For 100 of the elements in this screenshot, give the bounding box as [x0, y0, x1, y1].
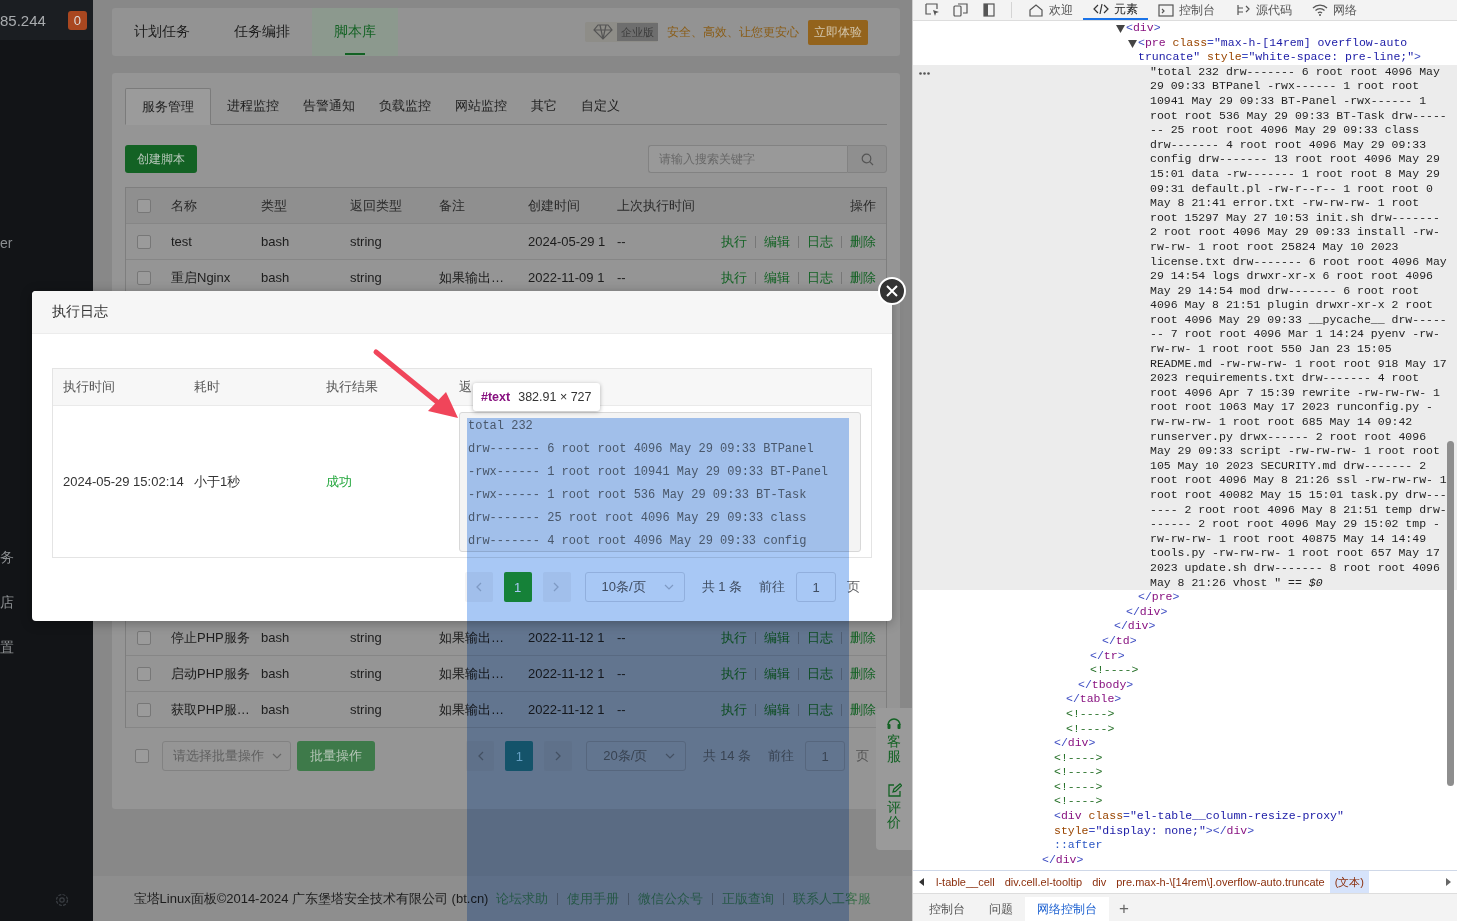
checkbox[interactable] — [134, 749, 149, 763]
devtools-tab[interactable]: 元素 — [1083, 0, 1148, 20]
note-cell-text: 如果输出… — [438, 628, 505, 647]
name-cell-text: test — [170, 234, 193, 249]
sidebar-item[interactable]: 务 — [0, 547, 14, 567]
dom-node-line: </pre> — [1138, 590, 1181, 605]
result-cell-text: 成功 — [325, 472, 353, 491]
breadcrumb-item[interactable]: pre.max-h-\[14rem\].overflow-auto.truncate — [1111, 871, 1330, 893]
tab[interactable]: 服务管理 — [125, 88, 211, 125]
diamond-icon — [593, 24, 613, 40]
dom-node-line[interactable]: <div> — [1126, 21, 1447, 36]
created-time-cell-text: 2022-11-09 1 — [527, 270, 606, 285]
device-icon[interactable] — [953, 3, 969, 17]
checkbox[interactable] — [136, 666, 151, 681]
count-badge: 0 — [67, 10, 87, 30]
checkbox[interactable] — [136, 702, 151, 717]
tab[interactable]: 网站监控 — [447, 88, 515, 124]
action-link[interactable]: 日志 — [807, 232, 833, 251]
create-script-button[interactable]: 创建脚本 — [125, 145, 197, 173]
name-cell-text: 获取PHP服… — [170, 700, 251, 719]
action-link[interactable]: 编辑 — [764, 232, 790, 251]
inspect-icon[interactable] — [925, 3, 941, 17]
dom-node-line[interactable]: <pre class="max-h-[14rem] overflow-auto truncate" style="white-space: pre-line;"> — [1138, 35, 1447, 65]
sidebar-item[interactable]: er — [0, 233, 13, 253]
sidebar-item[interactable]: 置 — [0, 637, 14, 657]
devtools-tab[interactable]: 源代码 — [1225, 0, 1302, 20]
action-link[interactable]: 执行 — [721, 232, 747, 251]
dom-node-line: </div> — [1126, 604, 1169, 620]
sources-icon — [1235, 3, 1251, 17]
checkbox[interactable] — [136, 630, 151, 645]
action-link[interactable]: 删除 — [850, 664, 876, 683]
scroll-right-icon[interactable] — [1445, 878, 1451, 886]
caret-icon — [272, 753, 282, 759]
output-line: drw------- 25 root root 4096 May 29 09:33 class — [468, 509, 808, 527]
checkbox[interactable] — [136, 198, 151, 213]
checkbox[interactable] — [136, 234, 151, 249]
home-icon — [1028, 3, 1044, 17]
return-type-cell-text: string — [349, 666, 383, 681]
tab[interactable]: 脚本库 — [312, 8, 398, 56]
comment-line: <!----> — [1066, 706, 1116, 722]
tab[interactable]: 其它 — [523, 88, 565, 124]
expanded-triangle-icon[interactable] — [1127, 39, 1137, 48]
devtools-tab[interactable]: 控制台 — [1148, 0, 1225, 20]
dialog-title: 执行日志 — [52, 303, 108, 321]
action-link[interactable]: 删除 — [850, 628, 876, 647]
tab[interactable]: 任务编排 — [212, 8, 312, 56]
dom-node-line: </tr> — [1090, 648, 1126, 664]
name-cell-text: 重启Nginx — [170, 268, 232, 287]
expanded-triangle-icon[interactable] — [1115, 25, 1125, 33]
wifi-icon — [1312, 3, 1328, 17]
tab[interactable]: 进程监控 — [211, 88, 287, 124]
time-cell-text: 2024-05-29 15:02:14 — [62, 474, 184, 489]
sidebar-item[interactable]: 店 — [0, 592, 14, 612]
breadcrumb-item[interactable]: l-table__cell — [931, 871, 1000, 893]
trial-button[interactable]: 立即体验 — [808, 19, 868, 45]
text-node-value: "total 232 drw------- 6 root root 4096 May 29 09:33 BTPanel -rwx------ 1 root root 10941 May 29 09:33 BT-Panel -rwx------ 1 root root 536 May 29 09:33 BT-Task drw------- 25 root root 4096 May 29 09:33 class drw------- 4 root root 4096 May 29 09:33 config drw------- 13 root root 4096 May 29 15:01 data -rw------- 1 root root 8 May 29 09:31 default.pl -rw-r--r-- 1 root root 0 May 8 21:41 error.txt -rw-rw-rw- 1 root root 15297 May 27 10:53 init.sh drw------- 2 root root 4096 May 29 09:33 install -rw-rw-rw- 1 root root 25824 May 10 2023 license.txt drw------- 6 root root 4096 May 29 14:54 logs drwxr-xr-x 6 root root 4096 May 29 14:54 mod drw------- 6 root root 4096 May 8 21:51 plugin drwxr-xr-x 2 root root 4096 May 29 09:33 __pycache__ drw------- 7 root root 4096 Mar 1 14:24 pyenv -rw-rw-rw- 1 root root 550 Jan 23 15:05 README.md -rw-rw-rw- 1 root root 918 May 17 2023 requirements.txt drw------- 4 root root 4096 Apr 7 15:39 rewrite -rw-rw-rw- 1 root root 1063 May 17 2023 runconfig.py -rw-rw-rw- 1 root root 685 May 14 09:42 runserver.py drwx------ 2 root root 4096 May 29 09:33 script -rw-rw-rw- 1 root root 105 May 10 2023 SECURITY.md drw------- 2 root root 4096 May 8 21:26 ssl -rw-rw-rw- 1 root root 40082 May 15 15:01 task.py drw------- 2 root root 4096 May 8 21:51 temp drw------- 2 root root 4096 May 29 15:02 tmp -rw-rw-rw- 1 root root 40875 May 14 14:49 tools.py -rw-rw-rw- 1 root root 657 May 17 2023 update.sh drw------- 8 root root 4096 May 8 21:26 vhost " == $0 — [1150, 64, 1447, 591]
comment-line: <!----> — [1090, 663, 1140, 678]
action-link[interactable]: 执行 — [721, 268, 747, 287]
action-link[interactable]: 删除 — [850, 232, 876, 251]
search-button[interactable] — [847, 145, 887, 173]
dom-node-line[interactable]: <div class="el-table__column-resize-proxy" style="display: none;"></div> — [1054, 809, 1447, 839]
size-label: 382.91 × 727 — [518, 390, 592, 404]
code-icon — [1093, 2, 1109, 16]
name-cell-text: 启动PHP服务 — [170, 664, 251, 683]
add-tab-button[interactable]: + — [1109, 897, 1139, 921]
breadcrumb-item[interactable]: (文本) — [1329, 871, 1370, 893]
checkbox[interactable] — [136, 270, 151, 285]
action-link[interactable]: 删除 — [850, 700, 876, 719]
tab[interactable]: 告警通知 — [295, 88, 363, 124]
breadcrumb-item[interactable]: div — [1087, 871, 1112, 893]
column-header: 名称 — [170, 196, 198, 215]
tab[interactable]: 自定义 — [573, 88, 628, 124]
output-line: drw------- 6 root root 4096 May 29 09:33 BTPanel — [468, 440, 815, 458]
tab[interactable]: 计划任务 — [112, 8, 212, 56]
devtools-tab[interactable]: 网络 — [1302, 0, 1367, 20]
type-cell-text: bash — [260, 702, 291, 717]
drawer-tab[interactable]: 问题 — [977, 897, 1025, 921]
dock-icon[interactable] — [981, 3, 997, 17]
scroll-left-icon[interactable] — [919, 878, 925, 886]
float-button[interactable]: 评价 — [886, 782, 902, 831]
last-run-cell-text: -- — [616, 234, 627, 249]
tab[interactable]: 负载监控 — [371, 88, 439, 124]
drawer-tab[interactable]: 控制台 — [917, 897, 977, 921]
breadcrumb-item[interactable]: div.cell.el-tooltip — [999, 871, 1088, 893]
action-link[interactable]: 编辑 — [764, 268, 790, 287]
drawer-tab[interactable]: 网络控制台 — [1025, 897, 1109, 921]
devtools-tab[interactable]: 欢迎 — [1018, 0, 1083, 20]
batch-button[interactable]: 批量操作 — [297, 741, 375, 771]
dom-node-line: </div> — [1114, 619, 1157, 634]
selected-node-row[interactable] — [913, 64, 1457, 591]
last-run-cell-text: -- — [616, 630, 627, 645]
console-icon — [1158, 3, 1174, 17]
action-link[interactable]: 删除 — [850, 268, 876, 287]
column-header: 执行结果 — [325, 378, 379, 396]
more-icon[interactable] — [919, 71, 930, 75]
dom-node-line: </tbody> — [1078, 677, 1135, 693]
float-button[interactable]: 客服 — [886, 716, 902, 765]
action-link[interactable]: 日志 — [807, 268, 833, 287]
scrollbar[interactable] — [1447, 441, 1454, 786]
column-header: 上次执行时间 — [616, 196, 696, 215]
